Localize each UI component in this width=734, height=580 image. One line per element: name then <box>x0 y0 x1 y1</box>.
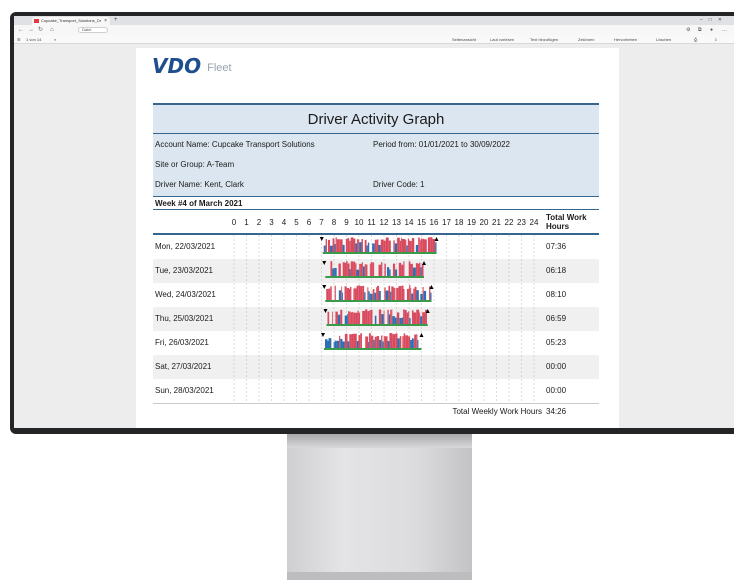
day-label: Sat, 27/03/2021 <box>155 362 212 371</box>
address-bar: ← → ↻ ⌂ Datei ⚙ ⧉ ● … <box>14 25 734 35</box>
hour-label: 20 <box>479 218 489 227</box>
search-icon[interactable]: ⌕ <box>54 35 56 44</box>
tab-title: Cupcake_Transport_Solutions_Dr <box>41 18 102 23</box>
logo-brand: VDO <box>152 54 202 78</box>
hour-label: 9 <box>344 218 349 227</box>
hour-label: 4 <box>281 218 287 227</box>
reload-icon[interactable]: ↻ <box>38 25 43 35</box>
period: Period from: 01/01/2021 to 30/09/2022 <box>373 140 510 149</box>
report-info: Account Name: Cupcake Transport Solution… <box>153 134 599 197</box>
hour-label: 6 <box>306 218 312 227</box>
account-name: Account Name: Cupcake Transport Solution… <box>155 140 315 149</box>
collections-icon[interactable]: ⧉ <box>698 25 702 35</box>
day-total: 00:00 <box>546 362 567 371</box>
day-label: Sun, 28/03/2021 <box>155 386 214 395</box>
window-controls[interactable]: –□✕ <box>700 16 728 25</box>
total-hours-header: Total Work Hours <box>546 213 587 231</box>
driver-name: Driver Name: Kent, Clark <box>155 180 244 189</box>
hour-label: 10 <box>354 218 364 227</box>
erase-button[interactable]: Löschen <box>656 35 671 44</box>
hour-label: 13 <box>392 218 401 227</box>
close-tab-icon[interactable]: × <box>104 17 107 25</box>
avatar[interactable]: ● <box>710 25 713 35</box>
hour-label: 22 <box>504 218 514 227</box>
day-total: 05:23 <box>546 338 567 347</box>
day-label: Thu, 25/03/2021 <box>155 314 214 323</box>
table-row: Sun, 28/03/2021 00:00 <box>153 379 599 403</box>
logo: VDO Fleet <box>152 54 232 78</box>
hour-label: 19 <box>467 218 476 227</box>
hour-label: 1 <box>244 218 249 227</box>
table-row: Tue, 23/03/2021 06:18 <box>153 259 599 283</box>
monitor-stand <box>287 434 472 574</box>
weekly-total-value: 34:26 <box>546 407 567 416</box>
view-button[interactable]: Seitenansicht <box>452 35 476 44</box>
save-icon[interactable]: ⇩ <box>714 35 717 44</box>
scrollbar[interactable] <box>729 44 734 428</box>
monitor-foot <box>287 572 472 580</box>
new-tab-icon[interactable]: + <box>114 16 118 25</box>
report-title: Driver Activity Graph <box>153 103 599 134</box>
day-label: Fri, 26/03/2021 <box>155 338 209 347</box>
more-icon[interactable]: … <box>722 25 727 35</box>
table-row: Mon, 22/03/2021 07:36 <box>153 235 599 259</box>
page-number-box[interactable]: 1 von 14 <box>26 35 41 44</box>
hour-label: 11 <box>367 218 376 227</box>
hour-label: 16 <box>429 218 439 227</box>
hour-label: 7 <box>319 218 324 227</box>
url-field[interactable]: Datei <box>78 27 108 33</box>
hour-label: 21 <box>492 218 501 227</box>
day-label: Tue, 23/03/2021 <box>155 266 213 275</box>
pdf-icon <box>34 19 39 23</box>
hour-label: 3 <box>269 218 274 227</box>
table-row: Sat, 27/03/2021 00:00 <box>153 355 599 379</box>
hour-label: 12 <box>379 218 389 227</box>
logo-product: Fleet <box>207 61 232 74</box>
home-icon[interactable]: ⌂ <box>50 25 54 35</box>
hour-label: 0 <box>231 218 237 227</box>
report: Driver Activity Graph Account Name: Cupc… <box>153 103 599 418</box>
hour-label: 15 <box>417 218 426 227</box>
add-text-button[interactable]: Text hinzufügen <box>530 35 558 44</box>
table-row: Thu, 25/03/2021 06:59 <box>153 307 599 331</box>
read-aloud-button[interactable]: Laut vorlesen <box>490 35 514 44</box>
highlight-button[interactable]: Hervorheben <box>614 35 637 44</box>
hour-header: Total Work Hours 0 1 2 3 4 5 6 7 8 9 10 11 12 13 14 15 1… <box>153 210 599 235</box>
screen: Cupcake_Transport_Solutions_Dr × + –□✕ ←… <box>14 16 734 428</box>
extensions-icon[interactable]: ⚙ <box>686 25 690 35</box>
pdf-page: VDO Fleet Driver Activity Graph Account … <box>136 48 619 428</box>
driver-code: Driver Code: 1 <box>373 180 425 189</box>
day-total: 00:00 <box>546 386 567 395</box>
week-label: Week #4 of March 2021 <box>153 197 599 210</box>
day-label: Wed, 24/03/2021 <box>155 290 216 299</box>
weekly-total-label: Total Weekly Work Hours <box>452 407 542 416</box>
day-total: 06:59 <box>546 314 567 323</box>
forward-icon[interactable]: → <box>28 25 34 35</box>
day-rows: Mon, 22/03/2021 07:36 Tue, 23/03/2021 06:18… <box>153 235 599 403</box>
hour-label: 2 <box>256 218 262 227</box>
pdf-toolbar: ☰ 1 von 14 ⌕ Seitenansicht Laut vorlesen… <box>14 35 734 44</box>
hour-label: 5 <box>294 218 299 227</box>
print-icon[interactable]: ⎙ <box>694 35 697 44</box>
monitor-stand-shadow <box>287 434 472 448</box>
table-row: Wed, 24/03/2021 08:10 <box>153 283 599 307</box>
hour-label: 24 <box>529 218 539 227</box>
table-row: Fri, 26/03/2021 05:23 <box>153 331 599 355</box>
hour-label: 8 <box>331 218 337 227</box>
hour-label: 23 <box>517 218 526 227</box>
tab-bar: Cupcake_Transport_Solutions_Dr × + –□✕ <box>14 16 734 25</box>
hour-label: 14 <box>404 218 414 227</box>
day-total: 08:10 <box>546 290 567 299</box>
day-label: Mon, 22/03/2021 <box>155 242 216 251</box>
draw-button[interactable]: Zeichnen <box>578 35 594 44</box>
contents-icon[interactable]: ☰ <box>17 35 21 44</box>
site-group: Site or Group: A-Team <box>155 160 235 169</box>
browser-tab[interactable]: Cupcake_Transport_Solutions_Dr × <box>32 17 110 25</box>
back-icon[interactable]: ← <box>18 25 24 35</box>
day-total: 07:36 <box>546 242 567 251</box>
hour-label: 18 <box>454 218 464 227</box>
hour-label: 17 <box>442 218 451 227</box>
weekly-total: Total Weekly Work Hours 34:26 <box>153 403 599 418</box>
day-total: 06:18 <box>546 266 567 275</box>
